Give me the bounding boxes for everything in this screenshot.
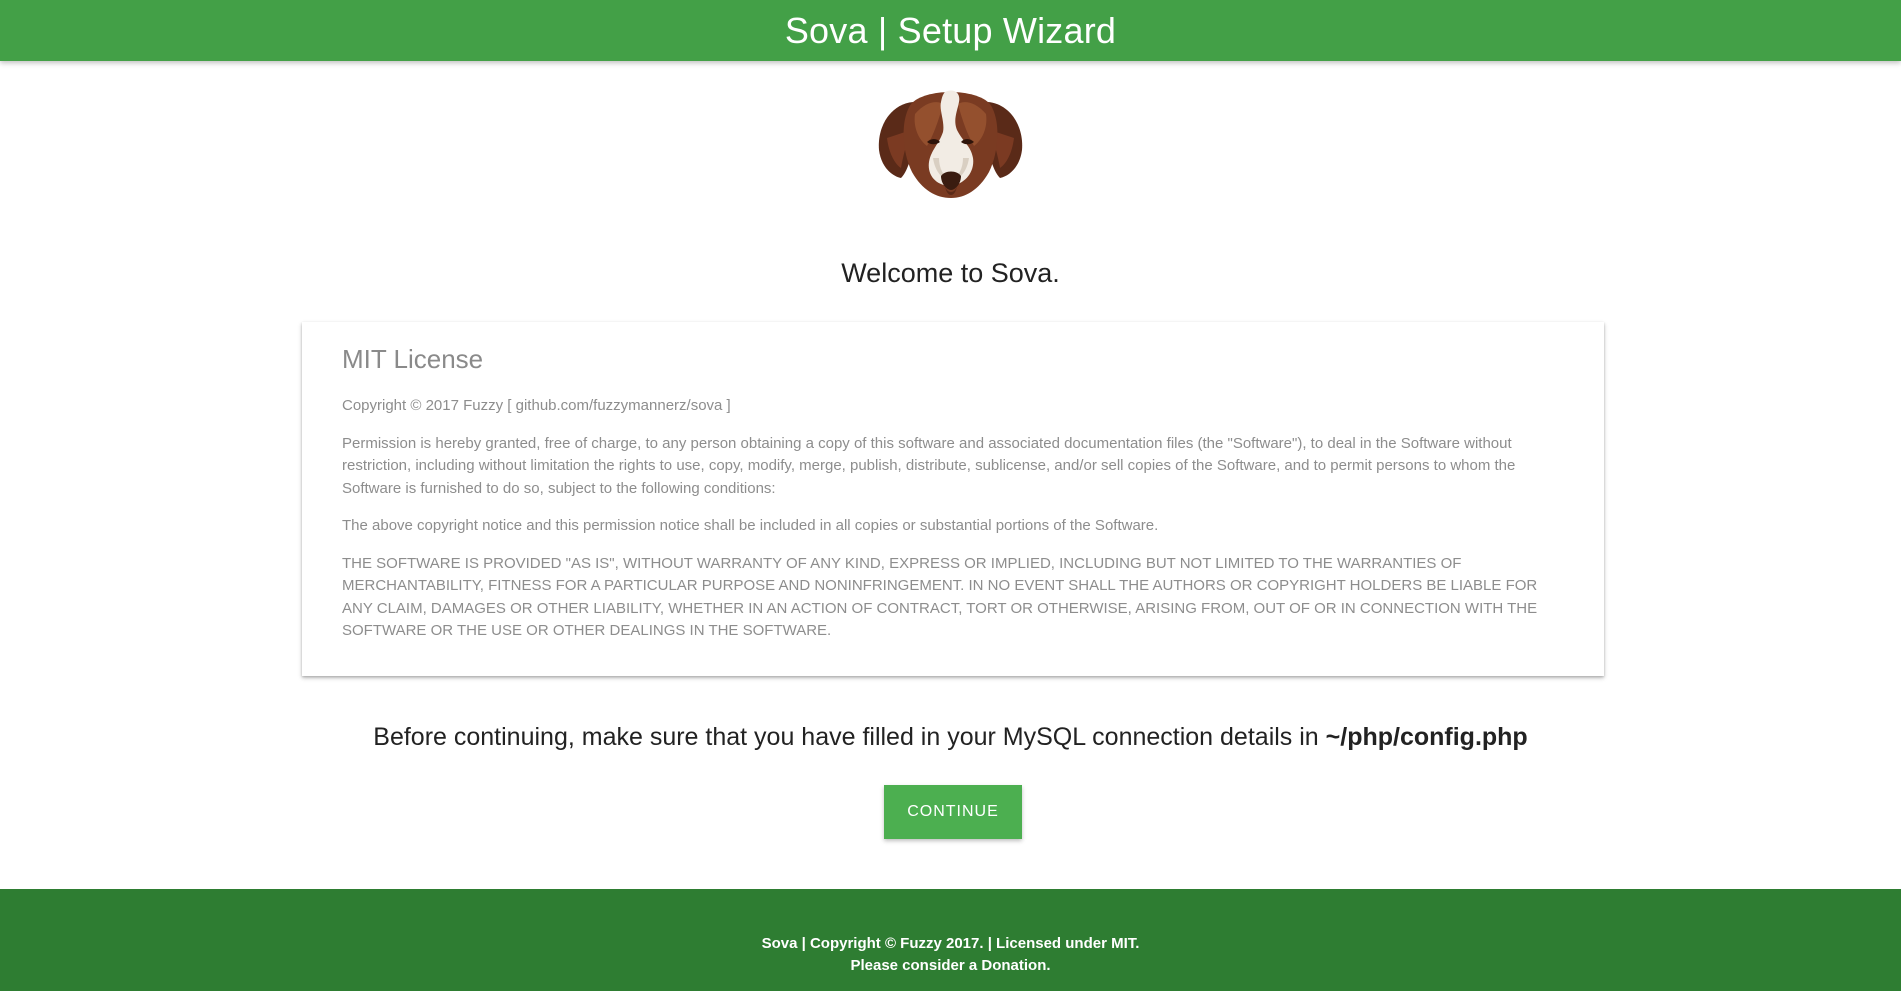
license-card: MIT License Copyright © 2017 Fuzzy [ git… [302, 322, 1604, 676]
config-notice: Before continuing, make sure that you ha… [0, 723, 1901, 752]
license-disclaimer: THE SOFTWARE IS PROVIDED "AS IS", WITHOU… [342, 554, 1538, 640]
dog-head-logo-icon [878, 90, 1023, 198]
config-path: ~/php/config.php [1325, 723, 1528, 751]
setup-wizard-page: Sova | Setup Wizard Welcome to Sova. MIT… [0, 0, 1901, 991]
license-condition: The above copyright notice and this perm… [342, 517, 1159, 534]
license-copyright: Copyright © 2017 Fuzzy [ github.com/fuzz… [342, 397, 731, 414]
config-notice-text: Before continuing, make sure that you ha… [373, 723, 1326, 751]
license-title: MIT License [342, 344, 484, 374]
footer: Sova | Copyright © Fuzzy 2017. | License… [0, 889, 1901, 991]
top-app-bar: Sova | Setup Wizard [0, 0, 1901, 61]
footer-donation-text[interactable]: Please consider a Donation. [0, 957, 1901, 974]
footer-copyright: Sova | Copyright © Fuzzy 2017. | License… [761, 935, 1140, 952]
license-permission: Permission is hereby granted, free of ch… [342, 434, 1516, 497]
welcome-heading: Welcome to Sova. [841, 258, 1060, 288]
continue-button[interactable]: CONTINUE [884, 785, 1022, 839]
page-title: Sova | Setup Wizard [784, 9, 1117, 51]
